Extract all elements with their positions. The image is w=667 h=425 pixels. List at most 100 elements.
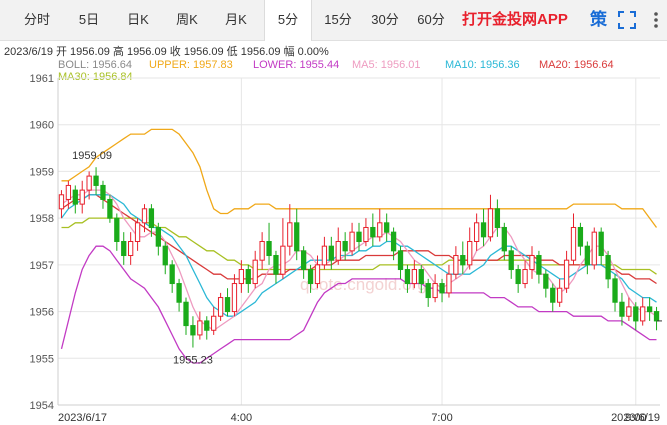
y-tick-label: 1958 xyxy=(30,213,54,225)
candle-body xyxy=(515,269,521,285)
candle-body xyxy=(550,287,556,303)
candle-body xyxy=(390,231,397,252)
candle-body xyxy=(584,245,590,266)
candle-body xyxy=(473,222,480,242)
candle-body xyxy=(128,241,134,257)
candle-body xyxy=(266,241,272,257)
candle-body xyxy=(349,231,355,252)
candle-body xyxy=(114,217,120,242)
candle-body xyxy=(335,241,341,261)
x-tick-label: 7:00 xyxy=(431,412,452,424)
candle-body xyxy=(446,273,452,294)
candle-body xyxy=(404,269,411,285)
min-price-annotation: 1955.23 xyxy=(173,355,213,367)
kline-chart[interactable]: 1961 1960 1959 1958 1957 1956 1955 1954 2023/6/1… xyxy=(0,0,667,425)
candle-body xyxy=(342,241,348,252)
y-tick-label: 1954 xyxy=(30,400,54,412)
candle-body xyxy=(640,306,646,322)
candle-body xyxy=(169,264,175,285)
y-tick-label: 1956 xyxy=(30,307,54,319)
candle-body xyxy=(439,283,445,294)
candle-body xyxy=(307,269,314,285)
candle-body xyxy=(300,250,307,271)
candle-body xyxy=(190,325,196,336)
candle-body xyxy=(121,241,127,257)
candle-body xyxy=(425,283,431,299)
candle-body xyxy=(294,222,300,252)
candle-body xyxy=(370,226,376,238)
candle-body xyxy=(314,264,321,285)
candle-body xyxy=(619,301,625,317)
candle-body xyxy=(598,231,604,257)
candle-body xyxy=(508,250,514,271)
candle-body xyxy=(72,189,78,205)
candle-body xyxy=(612,278,618,303)
candle-body xyxy=(134,222,141,242)
candle-body xyxy=(107,198,113,219)
candle-body xyxy=(356,231,362,243)
y-tick-label: 1959 xyxy=(30,166,54,178)
candle-body xyxy=(536,255,542,275)
candle-body xyxy=(432,283,438,299)
candle-body xyxy=(224,297,231,313)
candle-body xyxy=(162,245,168,266)
candle-body xyxy=(397,250,404,271)
y-tick-label: 1957 xyxy=(30,260,54,272)
candle-body xyxy=(377,222,383,238)
candle-body xyxy=(141,208,148,224)
candle-body xyxy=(557,287,563,303)
candle-body xyxy=(605,255,611,280)
candle-body xyxy=(93,175,99,186)
candle-body xyxy=(155,226,161,247)
candle-body xyxy=(321,245,328,266)
candle-body xyxy=(148,208,155,228)
candle-body xyxy=(522,269,528,285)
candle-body xyxy=(591,231,597,266)
candle-body xyxy=(100,184,106,200)
candle-body xyxy=(646,306,653,313)
candle-body xyxy=(384,222,390,233)
candle-body xyxy=(252,259,258,285)
candle-body xyxy=(245,269,251,285)
candle-body xyxy=(487,208,494,238)
candle-body xyxy=(501,226,507,252)
candle-body xyxy=(453,255,459,275)
candle-body xyxy=(79,189,85,205)
candle-body xyxy=(363,226,369,243)
candle-body xyxy=(86,175,92,191)
candle-body xyxy=(418,269,424,285)
candle-body xyxy=(460,255,466,266)
candle-body xyxy=(626,306,632,317)
max-price-annotation: 1959.09 xyxy=(72,150,112,162)
x-tick-label: 4:00 xyxy=(231,412,252,424)
candle-body xyxy=(287,222,293,247)
candle-body xyxy=(570,226,577,261)
candle-body xyxy=(183,301,189,327)
candle-body xyxy=(480,222,487,238)
candle-body xyxy=(577,226,584,247)
candle-body xyxy=(211,315,217,331)
candle-body xyxy=(259,241,265,261)
candle-body xyxy=(238,269,245,285)
candle-body xyxy=(217,297,224,317)
y-tick-label: 1960 xyxy=(30,120,54,132)
candle-body xyxy=(204,320,210,331)
candle-body xyxy=(176,283,182,303)
candle-body xyxy=(529,255,535,271)
candle-body xyxy=(467,241,473,266)
candle-body xyxy=(633,306,639,322)
candle-body xyxy=(197,320,203,336)
candle-body xyxy=(231,283,238,313)
candle-body xyxy=(411,269,418,285)
candle-body xyxy=(65,184,72,200)
candle-body xyxy=(273,255,279,275)
x-tick-label: 2023/6/17 xyxy=(58,412,107,424)
candle-body xyxy=(653,311,660,322)
candle-body xyxy=(494,208,501,228)
candle-body xyxy=(58,194,65,210)
candle-body xyxy=(563,259,570,289)
x-tick-label: 2023/6/19 xyxy=(611,412,660,424)
candle-body xyxy=(328,245,334,261)
y-tick-label: 1961 xyxy=(30,73,54,85)
y-tick-label: 1955 xyxy=(30,353,54,365)
